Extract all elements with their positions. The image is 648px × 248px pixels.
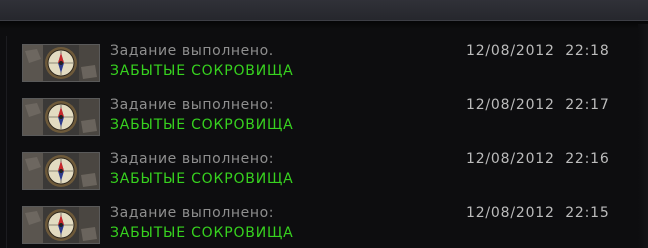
quest-log-feed: Задание выполнено. ЗАБЫТЫЕ СОКРОВИЩА 12/… — [0, 39, 640, 248]
quest-log-entry[interactable]: Задание выполнено: ЗАБЫТЫЕ СОКРОВИЩА 12/… — [0, 93, 640, 147]
quest-name[interactable]: ЗАБЫТЫЕ СОКРОВИЩА — [110, 63, 293, 79]
header-bar — [0, 0, 648, 21]
entry-timestamp: 12/08/2012 22:18 — [466, 43, 610, 59]
entry-timestamp: 12/08/2012 22:17 — [466, 97, 610, 113]
quest-log-entry[interactable]: Задание выполнено: ЗАБЫТЫЕ СОКРОВИЩА 12/… — [0, 201, 640, 248]
quest-log-entry[interactable]: Задание выполнено: ЗАБЫТЫЕ СОКРОВИЩА 12/… — [0, 147, 640, 201]
compass-icon — [22, 98, 100, 136]
quest-name[interactable]: ЗАБЫТЫЕ СОКРОВИЩА — [110, 117, 293, 133]
quest-log-entry[interactable]: Задание выполнено. ЗАБЫТЫЕ СОКРОВИЩА 12/… — [0, 39, 640, 93]
compass-icon — [22, 152, 100, 190]
entry-title: Задание выполнено: — [110, 151, 275, 167]
entry-title: Задание выполнено: — [110, 205, 275, 221]
entry-timestamp: 12/08/2012 22:16 — [466, 151, 610, 167]
quest-name[interactable]: ЗАБЫТЫЕ СОКРОВИЩА — [110, 171, 293, 187]
entry-title: Задание выполнено: — [110, 97, 275, 113]
compass-icon — [22, 44, 100, 82]
entry-timestamp: 12/08/2012 22:15 — [466, 205, 610, 221]
entry-title: Задание выполнено. — [110, 43, 274, 59]
header-shadow — [0, 21, 648, 29]
quest-name[interactable]: ЗАБЫТЫЕ СОКРОВИЩА — [110, 225, 293, 241]
notification-panel: Задание выполнено. ЗАБЫТЫЕ СОКРОВИЩА 12/… — [0, 0, 648, 248]
compass-icon — [22, 206, 100, 244]
